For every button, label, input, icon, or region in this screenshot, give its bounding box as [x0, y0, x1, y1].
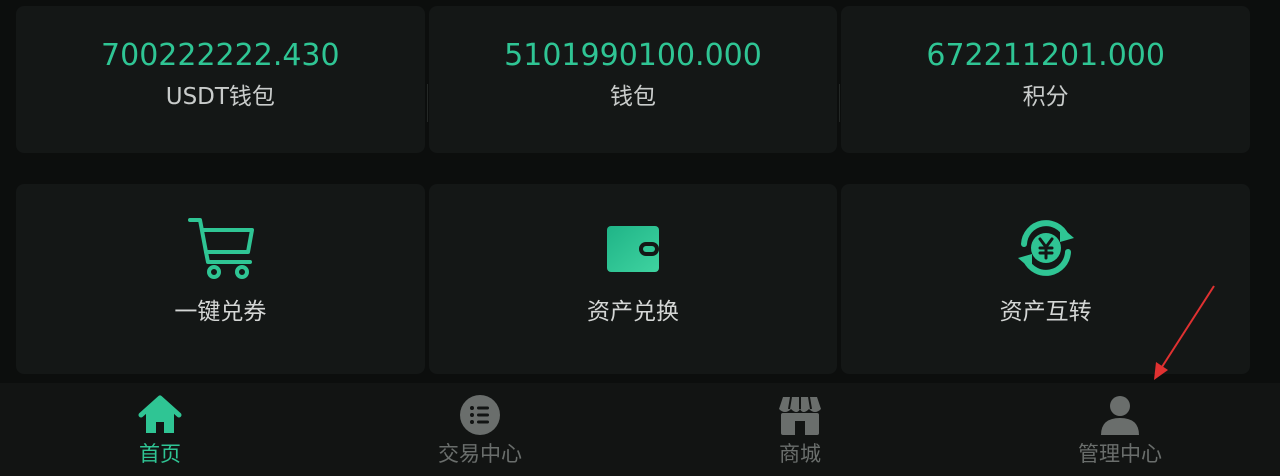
balance-label: USDT钱包	[165, 84, 275, 110]
yuan-exchange-icon	[1010, 212, 1082, 284]
action-one-click-coupon[interactable]: 一键兑券	[16, 184, 425, 374]
store-icon	[777, 393, 823, 437]
home-icon	[137, 393, 183, 437]
balance-value: 672211201.000	[926, 38, 1165, 73]
tab-label: 交易中心	[438, 442, 522, 466]
action-asset-transfer[interactable]: 资产互转	[841, 184, 1251, 374]
balance-value: 5101990100.000	[504, 38, 762, 73]
user-icon	[1097, 393, 1143, 437]
divider	[839, 84, 841, 122]
balance-label: 钱包	[610, 84, 656, 110]
balance-summary: 700222222.430 USDT钱包 5101990100.000 钱包 6…	[16, 6, 1251, 153]
balance-value: 700222222.430	[101, 38, 340, 73]
tab-label: 商城	[779, 442, 821, 466]
tab-trading-center[interactable]: 交易中心	[320, 383, 640, 476]
balance-label: 积分	[1022, 84, 1069, 110]
tab-management-center[interactable]: 管理中心	[960, 383, 1280, 476]
balance-card-wallet[interactable]: 5101990100.000 钱包	[428, 6, 841, 153]
action-label: 资产兑换	[587, 299, 679, 325]
action-label: 一键兑券	[174, 299, 267, 325]
action-asset-exchange[interactable]: 资产兑换	[428, 184, 838, 374]
tab-label: 管理中心	[1078, 442, 1162, 466]
bottom-tab-bar: 首页 交易中心 商城 管理中心	[0, 383, 1280, 476]
page: 700222222.430 USDT钱包 5101990100.000 钱包 6…	[0, 0, 1280, 476]
tab-home[interactable]: 首页	[0, 383, 320, 476]
balance-card-points[interactable]: 672211201.000 积分	[841, 6, 1251, 153]
shopping-cart-icon	[184, 212, 256, 284]
tab-label: 首页	[139, 442, 181, 466]
quick-actions: 一键兑券 资产兑换 资产互转	[16, 184, 1251, 374]
balance-card-usdt-wallet[interactable]: 700222222.430 USDT钱包	[16, 6, 428, 153]
action-label: 资产互转	[999, 299, 1092, 325]
list-icon	[457, 393, 503, 437]
divider	[426, 84, 428, 122]
wallet-icon	[597, 212, 669, 284]
tab-mall[interactable]: 商城	[640, 383, 960, 476]
